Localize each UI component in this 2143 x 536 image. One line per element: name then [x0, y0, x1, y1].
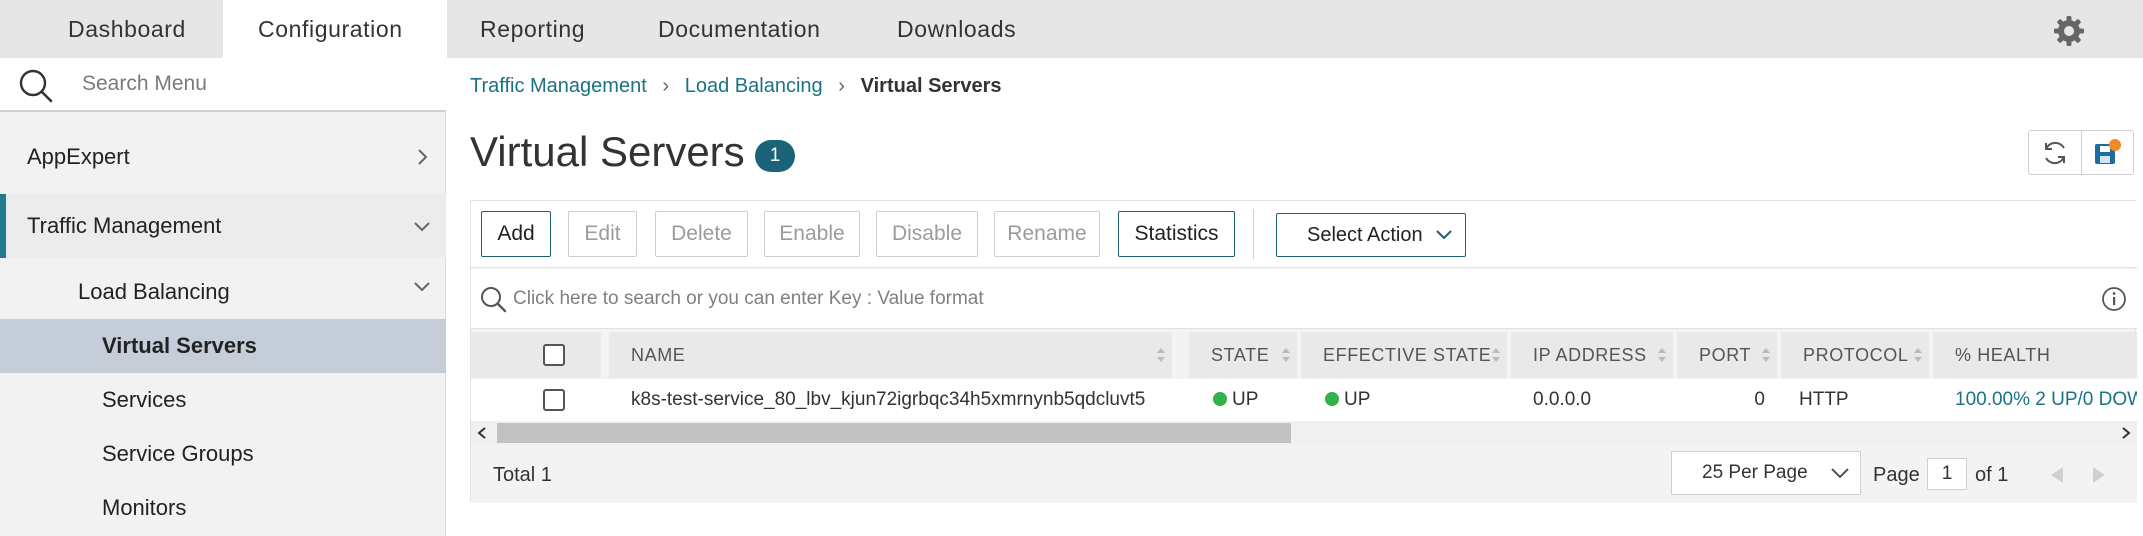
sidebar-item-label: AppExpert	[27, 144, 130, 169]
scrollbar-thumb[interactable]	[497, 423, 1291, 443]
sidebar-item-monitors[interactable]: Monitors	[0, 481, 446, 535]
filter-input[interactable]: Click here to search or you can enter Ke…	[513, 288, 984, 310]
page-label: Page	[1873, 464, 1920, 486]
sort-icon	[1492, 348, 1500, 362]
sidebar-item-service-groups[interactable]: Service Groups	[0, 427, 446, 481]
chevron-right-icon: ›	[838, 75, 845, 97]
delete-button[interactable]: Delete	[655, 211, 748, 257]
column-header-port[interactable]: PORT	[1677, 332, 1777, 378]
tab-reporting[interactable]: Reporting	[480, 0, 585, 58]
chevron-down-icon	[414, 282, 430, 292]
column-header-protocol[interactable]: PROTOCOL	[1781, 332, 1929, 378]
sidebar-item-label: Services	[102, 387, 187, 412]
chevron-down-icon	[414, 222, 430, 232]
per-page-dropdown[interactable]: 25 Per Page	[1671, 451, 1861, 495]
toolbar-divider	[1253, 209, 1254, 259]
page-number-input[interactable]: 1	[1927, 458, 1967, 490]
scroll-left-icon[interactable]	[475, 426, 489, 440]
previous-page-icon[interactable]	[2049, 466, 2065, 484]
chevron-down-icon	[1436, 230, 1452, 240]
info-icon[interactable]	[2101, 286, 2127, 312]
next-page-icon[interactable]	[2091, 466, 2107, 484]
page-title: Virtual Servers	[470, 128, 745, 175]
breadcrumb-virtual-servers: Virtual Servers	[860, 75, 1002, 97]
sidebar-item-label: Monitors	[102, 495, 187, 520]
column-header-effective-state[interactable]: EFFECTIVE STATE	[1301, 332, 1507, 378]
statistics-button[interactable]: Statistics	[1118, 211, 1235, 257]
breadcrumb-traffic-management[interactable]: Traffic Management	[470, 75, 647, 97]
sidebar-search[interactable]: Search Menu	[0, 58, 446, 112]
sort-icon	[1157, 348, 1165, 362]
filter-bar[interactable]: Click here to search or you can enter Ke…	[471, 269, 2137, 329]
top-navigation: Dashboard Configuration Reporting Docume…	[0, 0, 2143, 58]
enable-button[interactable]: Enable	[764, 211, 860, 257]
breadcrumb-load-balancing[interactable]: Load Balancing	[685, 75, 823, 97]
page-actions	[2028, 130, 2134, 175]
disable-button[interactable]: Disable	[876, 211, 978, 257]
search-icon	[481, 287, 507, 313]
sidebar-item-appexpert[interactable]: AppExpert	[0, 127, 446, 187]
sidebar-item-label: Traffic Management	[27, 213, 222, 238]
virtual-servers-panel: Add Edit Delete Enable Disable Rename St…	[470, 200, 2137, 503]
tab-documentation[interactable]: Documentation	[658, 0, 821, 58]
sidebar-item-virtual-servers[interactable]: Virtual Servers	[0, 319, 446, 373]
count-badge: 1	[755, 140, 795, 172]
column-header-ip-address[interactable]: IP ADDRESS	[1511, 332, 1673, 378]
cell-port: 0	[1754, 389, 1765, 410]
scroll-right-icon[interactable]	[2119, 426, 2133, 440]
cell-name[interactable]: k8s-test-service_80_lbv_kjun72igrbqc34h5…	[631, 379, 1145, 421]
sort-icon	[1282, 348, 1290, 362]
save-config-icon[interactable]	[2091, 138, 2123, 168]
chevron-right-icon	[418, 149, 428, 165]
sidebar-item-label: Load Balancing	[78, 279, 230, 304]
sidebar-item-load-balancing[interactable]: Load Balancing	[0, 265, 446, 319]
cell-effective-state: UP	[1325, 379, 1370, 421]
sort-icon	[1914, 348, 1922, 362]
refresh-icon[interactable]	[2041, 139, 2069, 167]
horizontal-scrollbar[interactable]	[471, 421, 2137, 445]
breadcrumb: Traffic Management › Load Balancing › Virtua…	[470, 72, 1001, 100]
cell-health[interactable]: 100.00% 2 UP/0 DOW	[1955, 379, 2137, 421]
row-checkbox[interactable]	[543, 389, 565, 411]
add-button[interactable]: Add	[481, 211, 551, 257]
page-total: of 1	[1975, 464, 2009, 486]
total-count: Total 1	[493, 464, 552, 486]
gear-icon[interactable]	[2052, 14, 2086, 48]
select-action-label: Select Action	[1307, 224, 1423, 246]
divider	[2081, 131, 2082, 174]
cell-protocol: HTTP	[1799, 389, 1849, 410]
select-all-cell	[471, 332, 601, 378]
table-row[interactable]: k8s-test-service_80_lbv_kjun72igrbqc34h5…	[471, 379, 2137, 421]
tab-dashboard[interactable]: Dashboard	[0, 0, 220, 58]
cell-state: UP	[1213, 379, 1258, 421]
cell-ip-address: 0.0.0.0	[1533, 389, 1592, 410]
column-header-name[interactable]: NAME	[609, 332, 1172, 378]
chevron-down-icon	[1831, 468, 1849, 479]
sort-icon	[1658, 348, 1666, 362]
toolbar: Add Edit Delete Enable Disable Rename St…	[471, 201, 2137, 268]
table-header: NAME STATE EFFECTIVE STATE IP ADDRESS PO…	[471, 332, 2137, 378]
sidebar-item-traffic-management[interactable]: Traffic Management	[0, 194, 446, 258]
select-all-checkbox[interactable]	[543, 344, 565, 366]
status-up-icon	[1325, 392, 1339, 406]
tab-configuration[interactable]: Configuration	[223, 0, 447, 58]
column-header-health[interactable]: % HEALTH	[1933, 332, 2137, 378]
chevron-right-icon: ›	[662, 75, 670, 97]
search-icon	[19, 69, 53, 103]
edit-button[interactable]: Edit	[568, 211, 637, 257]
sort-icon	[1762, 348, 1770, 362]
sidebar-item-label: Service Groups	[102, 441, 254, 466]
sidebar-item-services[interactable]: Services	[0, 373, 446, 427]
sidebar-item-label: Virtual Servers	[102, 333, 257, 358]
table-footer: Total 1 25 Per Page Page 1 of 1	[471, 446, 2137, 503]
status-up-icon	[1213, 392, 1227, 406]
tab-downloads[interactable]: Downloads	[897, 0, 1016, 58]
per-page-value: 25 Per Page	[1702, 462, 1808, 483]
select-action-dropdown[interactable]: Select Action	[1276, 213, 1466, 257]
column-header-state[interactable]: STATE	[1189, 332, 1297, 378]
sidebar: Search Menu AppExpert Traffic Management…	[0, 58, 446, 536]
selected-accent-bar	[0, 194, 6, 258]
sidebar-search-input[interactable]: Search Menu	[82, 72, 207, 96]
rename-button[interactable]: Rename	[994, 211, 1100, 257]
